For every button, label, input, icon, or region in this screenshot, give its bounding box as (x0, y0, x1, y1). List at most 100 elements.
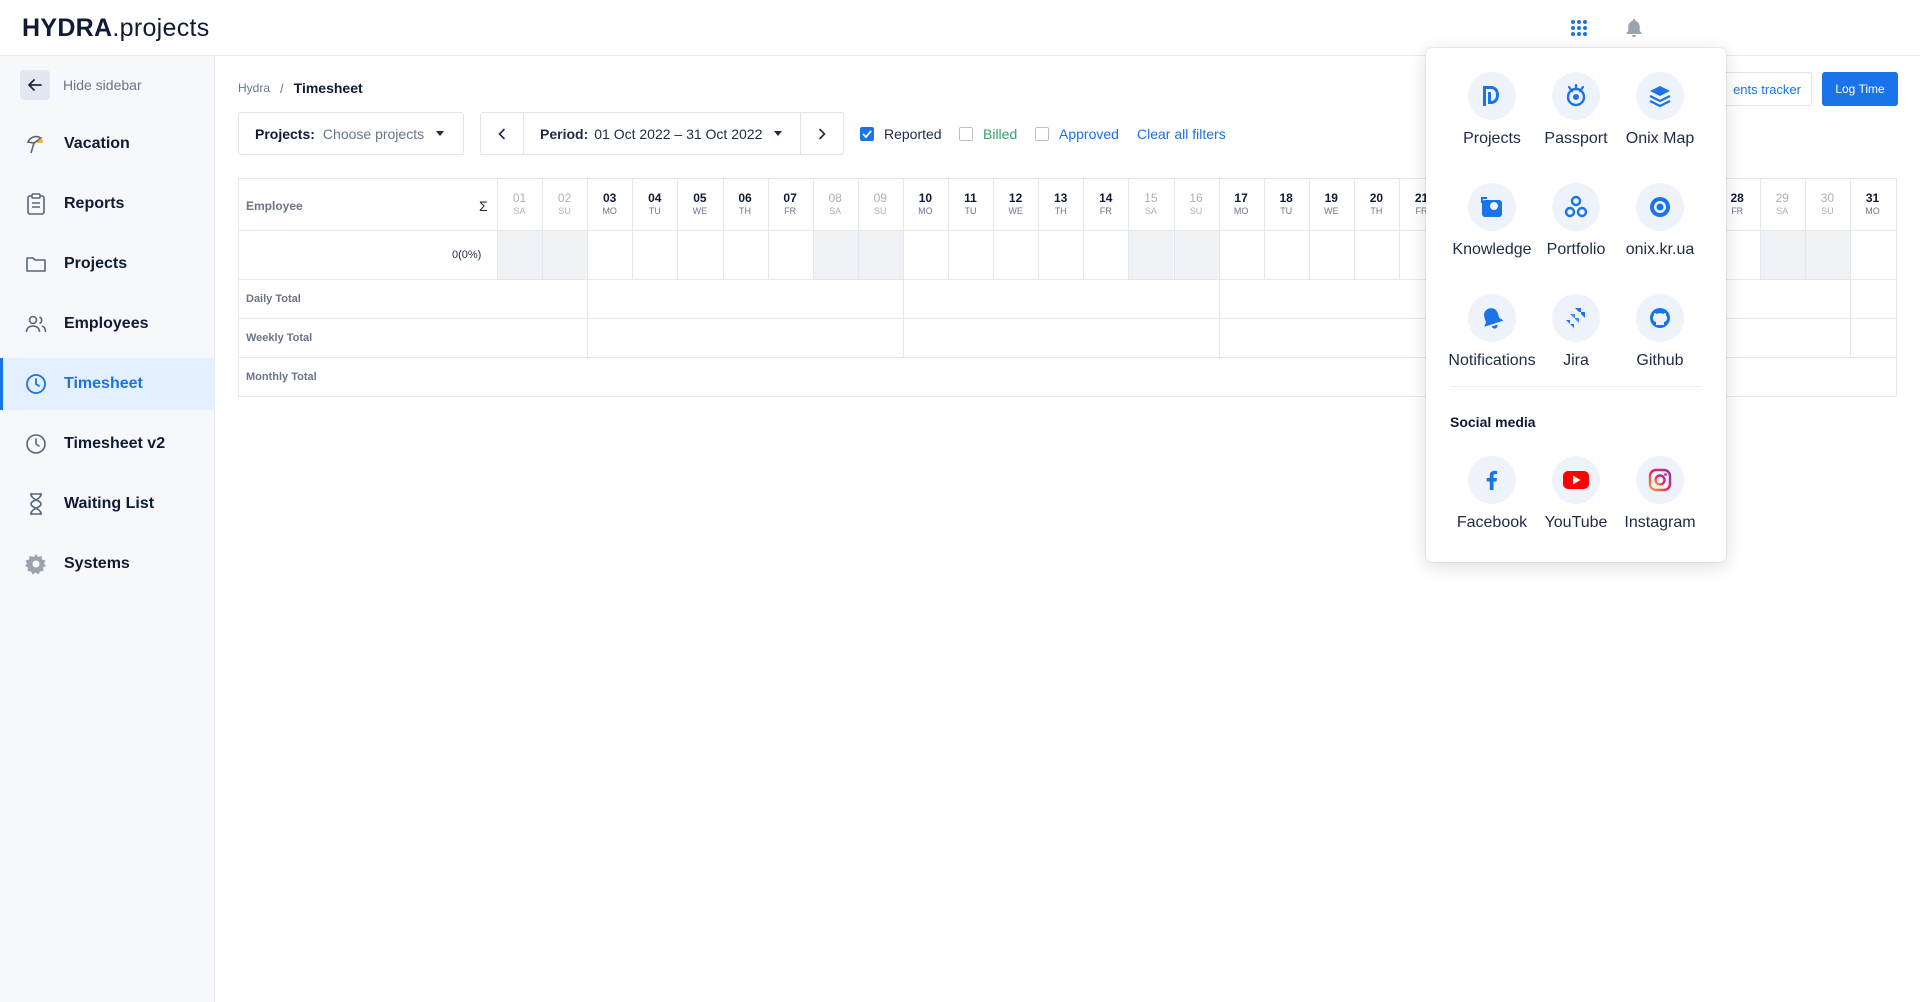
day-header[interactable]: 16 SU (1174, 178, 1219, 230)
sidebar: Hide sidebar Vacation Reports Projects E… (0, 56, 215, 1002)
social-instagram[interactable]: Instagram (1614, 456, 1706, 532)
column-divider (1083, 178, 1085, 279)
day-number: 06 (738, 191, 752, 205)
sidebar-item-timesheet[interactable]: Timesheet (0, 358, 215, 410)
day-header[interactable]: 18 TU (1264, 178, 1309, 230)
day-number: 07 (783, 191, 797, 205)
billed-filter[interactable]: Billed (959, 126, 1017, 142)
app-logo[interactable]: HYDRA.projects (22, 14, 210, 43)
period-select[interactable]: Period: 01 Oct 2022 – 31 Oct 2022 (523, 113, 801, 154)
sidebar-item-reports[interactable]: Reports (0, 178, 215, 230)
app-jira[interactable]: Jira (1530, 294, 1622, 370)
app-passport[interactable]: Passport (1530, 72, 1622, 148)
popup-divider (1450, 386, 1702, 387)
day-of-week: MO (1233, 206, 1249, 216)
social-youtube[interactable]: YouTube (1530, 456, 1622, 532)
column-divider (1218, 178, 1220, 279)
day-header[interactable]: 10 MO (903, 178, 948, 230)
reported-filter[interactable]: Reported (860, 126, 942, 142)
column-divider (542, 178, 544, 279)
app-label: Knowledge (1452, 241, 1532, 258)
day-header[interactable]: 14 FR (1083, 178, 1128, 230)
day-header[interactable]: 08 SA (813, 178, 858, 230)
facebook-icon (1468, 456, 1516, 504)
day-header[interactable]: 19 WE (1309, 178, 1354, 230)
week-divider (1218, 279, 1220, 357)
day-header[interactable]: 12 WE (993, 178, 1038, 230)
app-onix-map[interactable]: Onix Map (1614, 72, 1706, 148)
day-header[interactable]: 13 TH (1038, 178, 1083, 230)
projects-select[interactable]: Projects: Choose projects (238, 112, 464, 155)
sidebar-item-waiting-list[interactable]: Waiting List (0, 478, 215, 530)
sidebar-item-label: Employees (64, 315, 149, 332)
column-divider (1128, 178, 1130, 279)
log-time-button[interactable]: Log Time (1822, 72, 1898, 106)
folder-icon (24, 252, 48, 276)
column-divider (1173, 178, 1175, 279)
sidebar-item-timesheet-v2[interactable]: Timesheet v2 (0, 418, 215, 470)
day-number: 28 (1730, 191, 1744, 205)
app-label: onix.kr.ua (1625, 241, 1695, 258)
sigma-header: Σ (479, 198, 488, 214)
sidebar-item-projects[interactable]: Projects (0, 238, 215, 290)
day-header[interactable]: 05 WE (677, 178, 722, 230)
day-of-week: WE (1008, 206, 1023, 216)
day-of-week: MO (918, 206, 933, 216)
day-header[interactable]: 11 TU (948, 178, 993, 230)
umbrella-icon (24, 132, 48, 156)
day-header[interactable]: 02 SU (542, 178, 587, 230)
billed-checkbox[interactable] (959, 127, 973, 141)
day-header[interactable]: 04 TU (632, 178, 677, 230)
day-header[interactable]: 20 TH (1354, 178, 1399, 230)
caret-down-icon (774, 131, 783, 136)
day-of-week: SU (1189, 206, 1203, 216)
bell-icon[interactable] (1622, 16, 1646, 40)
breadcrumb-current: Timesheet (293, 80, 363, 96)
breadcrumb-root[interactable]: Hydra (238, 81, 270, 95)
day-header[interactable]: 30 SU (1805, 178, 1850, 230)
app-github[interactable]: Github (1614, 294, 1706, 370)
day-header[interactable]: 31 MO (1850, 178, 1895, 230)
app-knowledge[interactable]: Knowledge (1446, 183, 1538, 259)
column-divider (767, 178, 769, 279)
reported-checkbox[interactable] (860, 127, 874, 141)
app-notifications[interactable]: Notifications (1446, 294, 1538, 370)
bell-icon (1468, 294, 1516, 342)
grid-icon[interactable] (1567, 16, 1591, 40)
logo-light: .projects (112, 14, 210, 42)
day-header[interactable]: 17 MO (1219, 178, 1264, 230)
app-onix-kr-ua[interactable]: onix.kr.ua (1614, 183, 1706, 259)
sidebar-item-employees[interactable]: Employees (0, 298, 215, 350)
day-header[interactable]: 01 SA (497, 178, 542, 230)
day-header[interactable]: 06 TH (723, 178, 768, 230)
column-divider (993, 178, 995, 279)
day-header[interactable]: 03 MO (587, 178, 632, 230)
chevron-left-icon (498, 127, 506, 140)
employee-col-border (497, 178, 498, 279)
app-label: Notifications (1448, 352, 1536, 369)
day-of-week: MO (1865, 206, 1880, 216)
social-facebook[interactable]: Facebook (1446, 456, 1538, 532)
approved-filter[interactable]: Approved (1035, 126, 1119, 142)
day-header[interactable]: 09 SU (858, 178, 903, 230)
day-number: 12 (1008, 191, 1023, 205)
sidebar-item-systems[interactable]: Systems (0, 538, 215, 590)
day-header[interactable]: 29 SA (1760, 178, 1805, 230)
clear-filters-link[interactable]: Clear all filters (1137, 126, 1226, 142)
sidebar-item-vacation[interactable]: Vacation (0, 118, 215, 170)
approved-checkbox[interactable] (1035, 127, 1049, 141)
monthly-total-label: Monthly Total (246, 371, 317, 383)
app-projects[interactable]: Projects (1446, 72, 1538, 148)
apps-popup: Projects Passport Onix Map Knowledge Por… (1426, 48, 1726, 562)
app-label: Facebook (1456, 514, 1528, 531)
sidebar-item-label: Projects (64, 255, 128, 272)
prev-period-button[interactable] (481, 113, 523, 154)
hide-sidebar-button[interactable]: Hide sidebar (20, 70, 142, 100)
day-header[interactable]: 15 SA (1128, 178, 1173, 230)
day-number: 11 (964, 191, 977, 205)
day-header[interactable]: 07 FR (768, 178, 813, 230)
app-label: Instagram (1624, 514, 1696, 531)
app-label: Passport (1544, 130, 1608, 147)
next-period-button[interactable] (801, 113, 843, 154)
app-portfolio[interactable]: Portfolio (1530, 183, 1622, 259)
